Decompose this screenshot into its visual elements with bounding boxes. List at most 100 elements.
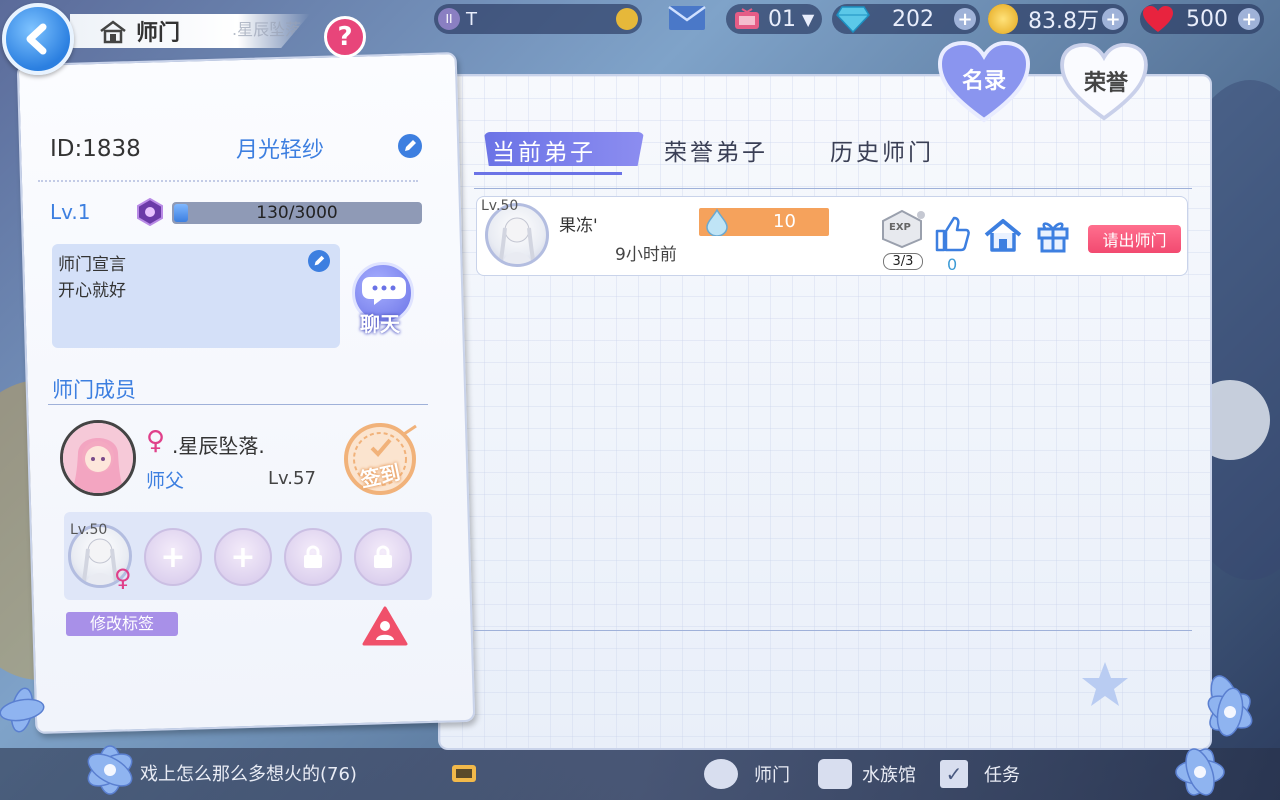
master-avatar[interactable]	[60, 420, 136, 496]
name-field-text: T	[466, 8, 477, 30]
edit-name-button[interactable]	[398, 134, 422, 158]
exp-progress-text: 130/3000	[256, 203, 338, 223]
gender-female-icon: ♀	[146, 426, 166, 456]
level-badge-icon	[137, 198, 163, 226]
lock-icon	[304, 545, 322, 568]
home-icon	[984, 219, 1022, 252]
members-divider	[48, 404, 428, 405]
avatar-figure-icon	[498, 217, 536, 264]
coin-badge-icon	[616, 8, 638, 30]
diamond-pill: 202 +	[832, 4, 980, 34]
flower-decoration-icon	[1175, 675, 1253, 796]
tv-pill[interactable]: 01 ▼	[726, 4, 822, 34]
declaration-text: 开心就好	[58, 281, 126, 301]
chevron-left-icon	[26, 23, 47, 55]
nav-mentorship[interactable]: 师门	[704, 756, 790, 792]
disciple-value: 10	[773, 211, 796, 232]
slot-disciple-level: Lv.50	[70, 522, 108, 538]
lock-icon	[374, 545, 392, 568]
top-bar: 师门 .星辰坠落. ? II T 01 ▼ 202 + 83.8万 + 500 …	[0, 0, 1280, 75]
chat-label: 聊天	[360, 312, 400, 336]
tab-current-disciples[interactable]: 当前弟子	[484, 132, 644, 168]
title-plate: 师门 .星辰坠落.	[70, 14, 310, 48]
nav-aquarium[interactable]: 水族馆	[818, 756, 916, 792]
disciple-slots-box: Lv.50 ♀ + +	[64, 512, 432, 600]
edit-declaration-button[interactable]	[308, 250, 330, 272]
checkin-button[interactable]: 签到	[336, 420, 424, 498]
profile-name: 月光轻纱	[236, 138, 325, 163]
fish-icon	[818, 759, 852, 789]
profile-id: ID:1838	[50, 136, 141, 162]
declaration-box: 师门宣言 开心就好	[52, 244, 340, 348]
gift-button[interactable]	[1035, 217, 1071, 253]
members-section-title: 师门成员	[52, 378, 136, 402]
profile-level: Lv.1	[50, 200, 91, 224]
kick-disciple-button[interactable]: 请出师门	[1088, 225, 1181, 253]
honor-label: 荣誉	[1083, 71, 1128, 96]
add-coins-icon[interactable]: +	[1102, 8, 1124, 30]
mail-button[interactable]	[668, 4, 708, 34]
chat-button[interactable]: 聊天	[350, 262, 416, 336]
water-drop-icon	[706, 208, 728, 236]
coin-pill: 83.8万 +	[988, 4, 1128, 34]
heart-icon	[1143, 6, 1173, 32]
people-icon	[704, 759, 738, 789]
mail-icon	[668, 5, 706, 30]
exp-button[interactable]: EXP 3/3	[877, 209, 927, 270]
chevron-down-icon: ▼	[802, 9, 815, 29]
coin-icon	[988, 4, 1018, 34]
help-button[interactable]: ?	[324, 16, 366, 58]
tab-history[interactable]: 历史师门	[830, 132, 934, 168]
gender-female-icon: ♀	[114, 564, 132, 592]
pause-icon: II	[438, 8, 460, 30]
disciple-name: 果冻'	[559, 216, 598, 236]
empty-slot[interactable]: +	[144, 528, 202, 586]
visit-home-button[interactable]	[983, 217, 1023, 253]
tv-count: 01	[768, 6, 796, 32]
like-button[interactable]: 0	[933, 215, 973, 274]
disciple-row[interactable]: Lv.50 果冻' 9小时前 10 EXP 3/3 0	[476, 196, 1188, 276]
pencil-icon	[405, 140, 416, 151]
tab-roster[interactable]: 名录	[936, 40, 1032, 124]
exp-progress-bar: 130/3000	[172, 202, 422, 224]
dotted-divider	[38, 180, 418, 182]
gift-icon	[1037, 222, 1069, 253]
edit-tag-button[interactable]: 修改标签	[66, 612, 178, 636]
diamond-icon	[836, 6, 870, 33]
tab-honor[interactable]: 荣誉	[1058, 42, 1154, 126]
roster-label: 名录	[961, 69, 1006, 94]
plus-icon: +	[160, 539, 186, 575]
pencil-icon	[314, 255, 325, 266]
avatar-figure-icon	[63, 423, 133, 493]
locked-slot[interactable]	[284, 528, 342, 586]
master-level: Lv.57	[268, 468, 316, 489]
title-shadow-text: .星辰坠落.	[232, 20, 307, 39]
tab-label: 当前弟子	[492, 140, 596, 166]
nav-tasks[interactable]: ✓ 任务	[940, 756, 1020, 792]
tv-icon	[452, 765, 476, 782]
name-pill[interactable]: II T	[434, 4, 642, 34]
report-button[interactable]	[362, 606, 408, 646]
tab-underline	[474, 172, 622, 175]
add-diamonds-icon[interactable]: +	[954, 8, 976, 30]
diamond-count: 202	[892, 6, 934, 32]
heart-pill: 500 +	[1140, 4, 1264, 34]
disciple-level: Lv.50	[481, 198, 519, 214]
empty-slot[interactable]: +	[214, 528, 272, 586]
tv-icon	[735, 8, 759, 29]
locked-slot[interactable]	[354, 528, 412, 586]
exp-count: 3/3	[883, 253, 923, 270]
checkbox-icon: ✓	[940, 760, 968, 788]
flower-decoration-icon	[0, 687, 133, 795]
profile-panel: ID:1838 月光轻纱 Lv.1 130/3000 师门宣言 开心就好 聊天 …	[28, 60, 432, 700]
tab-label: 历史师门	[830, 140, 934, 166]
tab-label: 荣誉弟子	[664, 140, 768, 166]
back-button[interactable]	[2, 3, 74, 75]
coin-count: 83.8万	[1028, 9, 1099, 34]
chat-ticker[interactable]: 戏上怎么那么多想火的(76)	[140, 760, 357, 786]
exp-label: EXP	[889, 222, 911, 233]
tab-honor-disciples[interactable]: 荣誉弟子	[664, 132, 768, 168]
warning-people-icon	[362, 606, 408, 646]
add-hearts-icon[interactable]: +	[1238, 8, 1260, 30]
bottom-bar: 戏上怎么那么多想火的(76) 师门 水族馆 ✓ 任务	[0, 748, 1280, 800]
